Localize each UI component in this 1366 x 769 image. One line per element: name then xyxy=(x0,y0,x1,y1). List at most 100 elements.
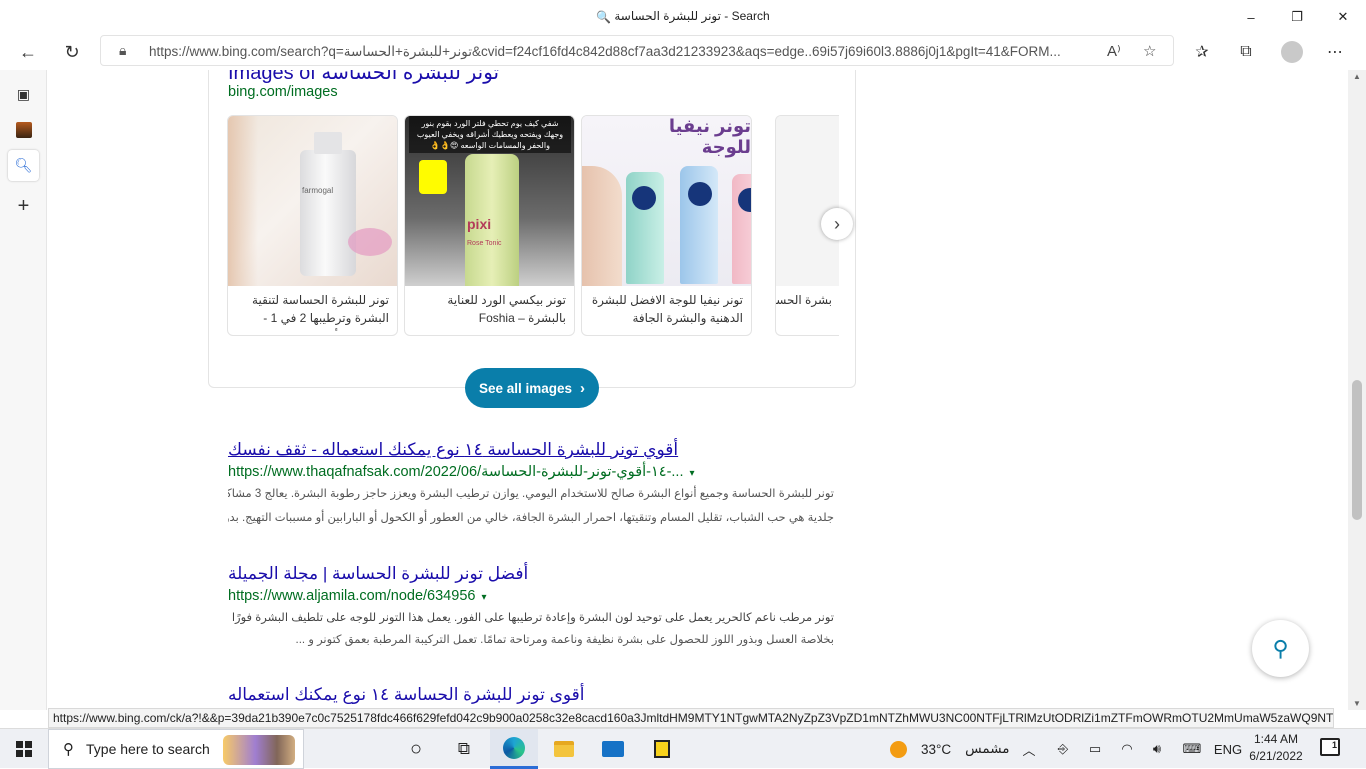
browser-toolbar: ← ↻ 🔒︎ https://www.bing.com/search?q=تون… xyxy=(0,34,1366,70)
images-card: Images of تونر للبشرة الحساسة bing.com/i… xyxy=(208,70,856,388)
result-url-text: https://www.aljamila.com/node/634956 xyxy=(228,588,476,604)
search-highlight-illustration xyxy=(223,735,295,765)
cortana-circle-icon[interactable]: ○ xyxy=(392,729,440,769)
notification-center-icon[interactable]: 1 xyxy=(1320,738,1340,756)
see-all-images-button[interactable]: See all images › xyxy=(465,368,599,408)
thumbnail-brand-text: farmogal xyxy=(302,186,334,195)
result-title-link[interactable]: أقوي تونر للبشرة الحساسة ١٤ نوع يمكنك اس… xyxy=(228,440,848,460)
vertical-tabs-sidebar: ▣ 🔍︎ + xyxy=(0,70,47,710)
refresh-button[interactable]: ↻ xyxy=(55,36,89,68)
taskbar-mail-app[interactable] xyxy=(589,729,637,769)
result-snippet-line: تونر مرطب ناعم كالحرير يعمل على توحيد لو… xyxy=(231,612,834,624)
result-title-link[interactable]: أفضل تونر للبشرة الحساسة | مجلة الجميلة xyxy=(228,564,848,584)
thumbnail-caption: تونر بيكسي الورد للعناية بالبشرة – Foshi… xyxy=(447,293,566,325)
search-result-3: أقوى تونر للبشرة الحساسة ١٤ نوع يمكنك اس… xyxy=(228,685,848,705)
page-content: Images of تونر للبشرة الحساسة bing.com/i… xyxy=(48,70,1348,710)
see-all-images-label: See all images xyxy=(478,380,573,396)
thumbnail-caption: تونر نيفيا للوجة الافضل للبشرة الدهنية و… xyxy=(591,293,743,331)
weather-widget[interactable]: 33°C مشمس xyxy=(890,729,1009,769)
add-favorite-icon[interactable]: ☆ xyxy=(1143,42,1156,60)
battery-icon[interactable]: ▭ xyxy=(1084,729,1106,769)
image-thumbnail-2[interactable]: شفي كيف يوم تحطي فلتر الورد بقوم بنور وج… xyxy=(404,115,575,336)
result-snippet-line: بخلاصة العسل وبذور اللوز للحصول على بشرة… xyxy=(295,634,834,646)
chevron-right-icon: › xyxy=(580,379,586,397)
chevron-down-icon[interactable]: ▾ xyxy=(481,592,486,603)
result-title-link[interactable]: أقوى تونر للبشرة الحساسة ١٤ نوع يمكنك اس… xyxy=(228,685,848,705)
scrollbar-thumb[interactable] xyxy=(1352,380,1362,520)
avatar xyxy=(1281,41,1303,63)
window-title: 🔍 تونر للبشرة الحساسة - Search xyxy=(0,9,1366,24)
volume-icon[interactable]: 🔊︎ xyxy=(1146,729,1168,769)
result-snippet-line: تونر للبشرة الحساسة وجميع أنواع البشرة ص… xyxy=(228,488,834,500)
tab-actions-icon[interactable]: ▣ xyxy=(8,79,39,110)
weather-temperature: 33°C xyxy=(921,741,952,757)
page-scrollbar[interactable]: ▲ ▼ xyxy=(1348,70,1366,710)
new-tab-plus-icon[interactable]: + xyxy=(8,191,39,222)
taskbar-edge-app[interactable] xyxy=(490,729,538,769)
clock-date: 6/21/2022 xyxy=(1249,749,1303,763)
result-url[interactable]: https://www.thaqafnafsak.com/2022/06/١٤-… xyxy=(228,464,848,480)
window-title-text: تونر للبشرة الحساسة - Search xyxy=(614,9,770,23)
thumbnail-heading-text: تونر نيفيا للوجة xyxy=(668,116,751,157)
taskbar-sticky-notes-app[interactable] xyxy=(638,729,686,769)
read-aloud-icon[interactable]: A⁾ xyxy=(1107,42,1121,60)
result-url[interactable]: https://www.aljamila.com/node/634956 ▾ xyxy=(228,588,848,604)
result-url-text: https://www.thaqafnafsak.com/2022/06/١٤-… xyxy=(228,464,684,480)
task-view-icon[interactable]: ⧉ xyxy=(440,729,488,769)
windows-taskbar: ⚲ Type here to search ○ ⧉ 33°C مشمس ︿ ⎆ … xyxy=(0,728,1366,769)
back-button[interactable]: ← xyxy=(11,36,45,68)
favorites-icon[interactable]: ✰ xyxy=(1185,36,1219,68)
thumbnail-brand-text: pixi xyxy=(467,216,492,232)
taskbar-clock[interactable]: 1:44 AM 6/21/2022 xyxy=(1246,731,1306,765)
taskbar-search-box[interactable]: ⚲ Type here to search xyxy=(48,729,304,769)
folder-icon xyxy=(554,741,574,757)
next-images-chevron-right-icon[interactable]: › xyxy=(821,208,853,240)
thumbnail-overlay-text: شفي كيف يوم تحطي فلتر الورد بقوم بنور وج… xyxy=(409,116,571,153)
weather-condition: مشمس xyxy=(965,741,1010,756)
search-icon: ⚲ xyxy=(1272,635,1289,661)
images-source-link[interactable]: bing.com/images xyxy=(228,84,338,100)
show-hidden-icons-chevron-up-icon[interactable]: ︿ xyxy=(1018,729,1040,769)
lock-icon[interactable]: 🔒︎ xyxy=(119,42,126,59)
more-menu-icon[interactable]: ⋯ xyxy=(1318,36,1352,68)
thumbnail-picture xyxy=(776,116,839,286)
site-favicon-icon xyxy=(15,121,32,138)
device-icon[interactable]: ⎆ xyxy=(1052,729,1074,769)
floating-search-button[interactable]: ⚲ xyxy=(1252,620,1309,677)
thumbnail-caption: تونر للبشرة الحساسة لتنقية البشرة وترطيب… xyxy=(252,293,389,331)
url-text[interactable]: https://www.bing.com/search?q=تونر+للبشر… xyxy=(149,44,1094,60)
chevron-down-icon[interactable]: ▾ xyxy=(689,468,694,479)
taskbar-search-placeholder[interactable]: Type here to search xyxy=(86,741,210,757)
search-result-1: أقوي تونر للبشرة الحساسة ١٤ نوع يمكنك اس… xyxy=(228,440,848,528)
search-icon: ⚲ xyxy=(63,741,74,758)
search-icon: 🔍 xyxy=(596,10,612,24)
thumbnail-picture: تونر نيفيا للوجة xyxy=(582,116,751,286)
image-thumbnail-3[interactable]: تونر نيفيا للوجة تونر نيفيا للوجة الافضل… xyxy=(581,115,752,336)
windows-logo-icon xyxy=(16,741,32,757)
tab-image-site[interactable] xyxy=(8,114,39,145)
start-button[interactable] xyxy=(0,729,48,769)
thumbnail-picture: farmogal xyxy=(228,116,397,286)
profile-button[interactable] xyxy=(1275,36,1309,68)
status-link-preview: https://www.bing.com/ck/a?!&&p=39da21b39… xyxy=(48,708,1334,728)
sticky-notes-icon xyxy=(654,740,670,758)
scroll-down-arrow-icon[interactable]: ▼ xyxy=(1353,699,1361,708)
maximize-button[interactable]: ❐ xyxy=(1274,0,1320,34)
address-bar[interactable]: 🔒︎ https://www.bing.com/search?q=تونر+لل… xyxy=(100,35,1174,66)
taskbar-file-explorer-app[interactable] xyxy=(540,729,588,769)
result-snippet-line: جلدية هي حب الشباب، تقليل المسام وتنقيته… xyxy=(228,512,834,524)
keyboard-icon[interactable]: ⌨ xyxy=(1178,729,1206,769)
language-indicator[interactable]: ENG xyxy=(1212,729,1244,769)
close-button[interactable]: ✕ xyxy=(1320,0,1366,34)
images-section-title[interactable]: Images of تونر للبشرة الحساسة xyxy=(228,70,499,85)
collections-icon[interactable]: ⧉ xyxy=(1229,36,1263,68)
thumbnail-picture: شفي كيف يوم تحطي فلتر الورد بقوم بنور وج… xyxy=(405,116,574,286)
thumbnail-product-text: Rose Tonic xyxy=(467,240,502,247)
search-result-2: أفضل تونر للبشرة الحساسة | مجلة الجميلة … xyxy=(228,564,848,650)
scroll-up-arrow-icon[interactable]: ▲ xyxy=(1353,72,1361,81)
clock-time: 1:44 AM xyxy=(1253,732,1299,746)
tab-bing-search[interactable]: 🔍︎ xyxy=(8,150,39,181)
wifi-icon[interactable]: ◠ xyxy=(1116,729,1138,769)
minimize-button[interactable]: – xyxy=(1228,0,1274,34)
image-thumbnail-1[interactable]: farmogal تونر للبشرة الحساسة لتنقية البش… xyxy=(227,115,398,336)
